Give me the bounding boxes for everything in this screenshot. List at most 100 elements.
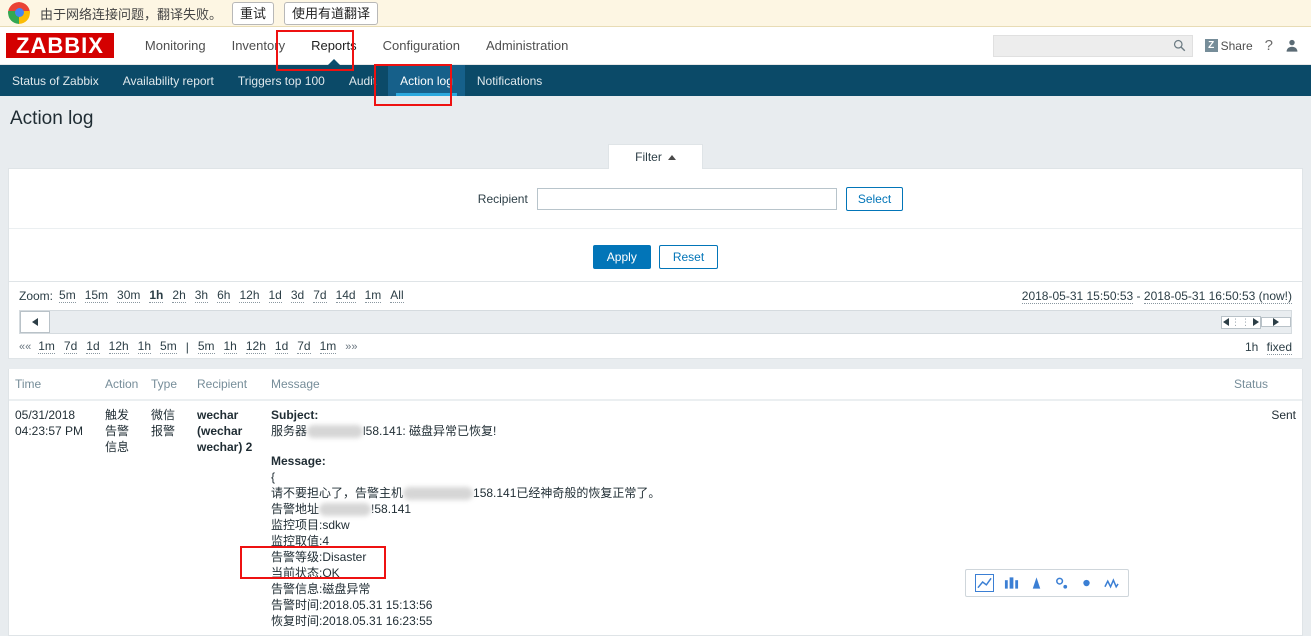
nav-forward-1m[interactable]: 1m <box>320 339 337 354</box>
scroll-right-button[interactable] <box>1261 317 1291 327</box>
table-head: Time Action Type Recipient Message Statu… <box>9 369 1302 400</box>
header-right-tools: Z Share ? <box>993 27 1311 64</box>
message-line-value: 监控取值:4 <box>271 533 1222 549</box>
zoom-option-7d[interactable]: 7d <box>313 288 326 303</box>
zoom-option-1m[interactable]: 1m <box>365 288 382 303</box>
cell-message: Subject: 服务器l58.141: 磁盘异常已恢复! Message: {… <box>265 400 1228 635</box>
nav-forward-1h[interactable]: 1h <box>224 339 237 354</box>
time-range-to[interactable]: 2018-05-31 16:50:53 (now!) <box>1144 289 1292 304</box>
search-input[interactable] <box>1000 38 1173 54</box>
nav-forward-7d[interactable]: 7d <box>297 339 310 354</box>
filter-tab-row: Filter <box>8 143 1303 168</box>
translate-retry-button[interactable]: 重试 <box>232 2 274 25</box>
zoom-option-15m[interactable]: 15m <box>85 288 108 303</box>
message-line-item: 监控项目:sdkw <box>271 517 1222 533</box>
nav-back-7d[interactable]: 7d <box>64 339 77 354</box>
scroll-right-controls: ⋮⋮ <box>1221 311 1291 333</box>
trend-line-icon[interactable] <box>975 574 994 592</box>
time-range-from[interactable]: 2018-05-31 15:50:53 <box>1022 289 1133 304</box>
message-spacer <box>271 439 1222 453</box>
select-recipient-button[interactable]: Select <box>846 187 903 211</box>
help-icon[interactable]: ? <box>1265 37 1273 54</box>
filter-tab[interactable]: Filter <box>608 144 703 169</box>
share-button[interactable]: Z Share <box>1205 39 1253 53</box>
scatter-icon[interactable] <box>1054 576 1069 590</box>
header-status[interactable]: Status <box>1228 369 1302 400</box>
time-drag-handle[interactable]: ⋮⋮ <box>1221 316 1261 329</box>
nav-prev-double-chevron-icon[interactable]: «« <box>19 341 31 353</box>
header-time[interactable]: Time <box>9 369 99 400</box>
nav-back-1h[interactable]: 1h <box>138 339 151 354</box>
filter-panel: Recipient Select Apply Reset <box>8 168 1303 282</box>
cell-status: Sent <box>1228 400 1302 635</box>
header-type[interactable]: Type <box>145 369 191 400</box>
zoom-option-2h[interactable]: 2h <box>172 288 185 303</box>
recipient-label: Recipient <box>408 192 528 206</box>
zoom-option-12h[interactable]: 12h <box>239 288 259 303</box>
zoom-option-all[interactable]: All <box>390 288 403 303</box>
user-icon[interactable] <box>1285 38 1299 53</box>
message-line-recover-time: 恢复时间:2018.05.31 16:23:55 <box>271 613 1222 629</box>
nav-back-12h[interactable]: 12h <box>109 339 129 354</box>
main-navigation: Monitoring Inventory Reports Configurati… <box>132 27 581 64</box>
reset-button[interactable]: Reset <box>659 245 718 269</box>
zoom-row: Zoom: 5m 15m 30m 1h 2h 3h 6h 12h 1d 3d 7… <box>19 288 1292 303</box>
subnav-item-notifications[interactable]: Notifications <box>465 65 554 96</box>
zoom-option-3h[interactable]: 3h <box>195 288 208 303</box>
redacted-ip-subject <box>307 425 363 438</box>
nav-item-inventory[interactable]: Inventory <box>219 27 298 64</box>
nav-forward-5m[interactable]: 5m <box>198 339 215 354</box>
host-line-prefix: 请不要担心了，告警主机 <box>271 486 403 500</box>
nav-item-monitoring[interactable]: Monitoring <box>132 27 219 64</box>
zoom-option-1h[interactable]: 1h <box>149 288 163 303</box>
sub-navigation: Status of Zabbix Availability report Tri… <box>0 65 1311 96</box>
recipient-input[interactable] <box>537 188 837 210</box>
header-action[interactable]: Action <box>99 369 145 400</box>
nav-item-configuration[interactable]: Configuration <box>370 27 473 64</box>
table-body: 05/31/2018 04:23:57 PM 触发告警信息 微信报警 wecha… <box>9 400 1302 635</box>
search-icon[interactable] <box>1173 39 1186 52</box>
zoom-option-30m[interactable]: 30m <box>117 288 140 303</box>
fixed-toggle[interactable]: fixed <box>1267 340 1292 355</box>
chevron-up-icon <box>668 155 676 160</box>
subnav-item-triggers-top-100[interactable]: Triggers top 100 <box>226 65 337 96</box>
zoom-option-3d[interactable]: 3d <box>291 288 304 303</box>
subnav-item-audit[interactable]: Audit <box>337 65 388 96</box>
subnav-item-status-of-zabbix[interactable]: Status of Zabbix <box>0 65 111 96</box>
zoom-option-14d[interactable]: 14d <box>336 288 356 303</box>
zabbix-logo[interactable]: ZABBIX <box>6 33 114 58</box>
global-search-box[interactable] <box>993 35 1193 57</box>
nav-item-administration[interactable]: Administration <box>473 27 581 64</box>
peak-icon[interactable] <box>1029 576 1044 590</box>
zigzag-icon[interactable] <box>1104 576 1119 590</box>
nav-forward-1d[interactable]: 1d <box>275 339 288 354</box>
apply-button[interactable]: Apply <box>593 245 651 269</box>
subnav-item-action-log[interactable]: Action log <box>388 65 465 96</box>
subnav-item-availability-report[interactable]: Availability report <box>111 65 226 96</box>
scroll-left-button[interactable] <box>20 311 50 333</box>
header-recipient[interactable]: Recipient <box>191 369 265 400</box>
nav-divider: | <box>186 340 189 354</box>
translate-youdao-button[interactable]: 使用有道翻译 <box>284 2 378 25</box>
nav-item-reports[interactable]: Reports <box>298 27 370 64</box>
zoom-option-1d[interactable]: 1d <box>269 288 282 303</box>
translate-message: 由于网络连接问题，翻译失败。 <box>40 4 222 23</box>
nav-back-5m[interactable]: 5m <box>160 339 177 354</box>
nav-back-1d[interactable]: 1d <box>86 339 99 354</box>
zoom-option-6h[interactable]: 6h <box>217 288 230 303</box>
header-message[interactable]: Message <box>265 369 1228 400</box>
arrow-left-small-icon <box>1223 318 1229 326</box>
nav-back-1m[interactable]: 1m <box>38 339 55 354</box>
share-label: Share <box>1221 39 1253 53</box>
message-line-alarm-time: 告警时间:2018.05.31 15:13:56 <box>271 597 1222 613</box>
nav-next-double-chevron-icon[interactable]: »» <box>345 341 357 353</box>
cell-type: 微信报警 <box>145 400 191 635</box>
chrome-logo-icon <box>8 2 30 24</box>
table-row[interactable]: 05/31/2018 04:23:57 PM 触发告警信息 微信报警 wecha… <box>9 400 1302 635</box>
time-scroll-bar[interactable]: ⋮⋮ <box>19 310 1292 334</box>
floating-chart-toolbar[interactable] <box>965 569 1129 597</box>
nav-forward-12h[interactable]: 12h <box>246 339 266 354</box>
dot-icon[interactable] <box>1079 576 1094 590</box>
bar-chart-icon[interactable] <box>1004 576 1019 590</box>
zoom-option-5m[interactable]: 5m <box>59 288 76 303</box>
